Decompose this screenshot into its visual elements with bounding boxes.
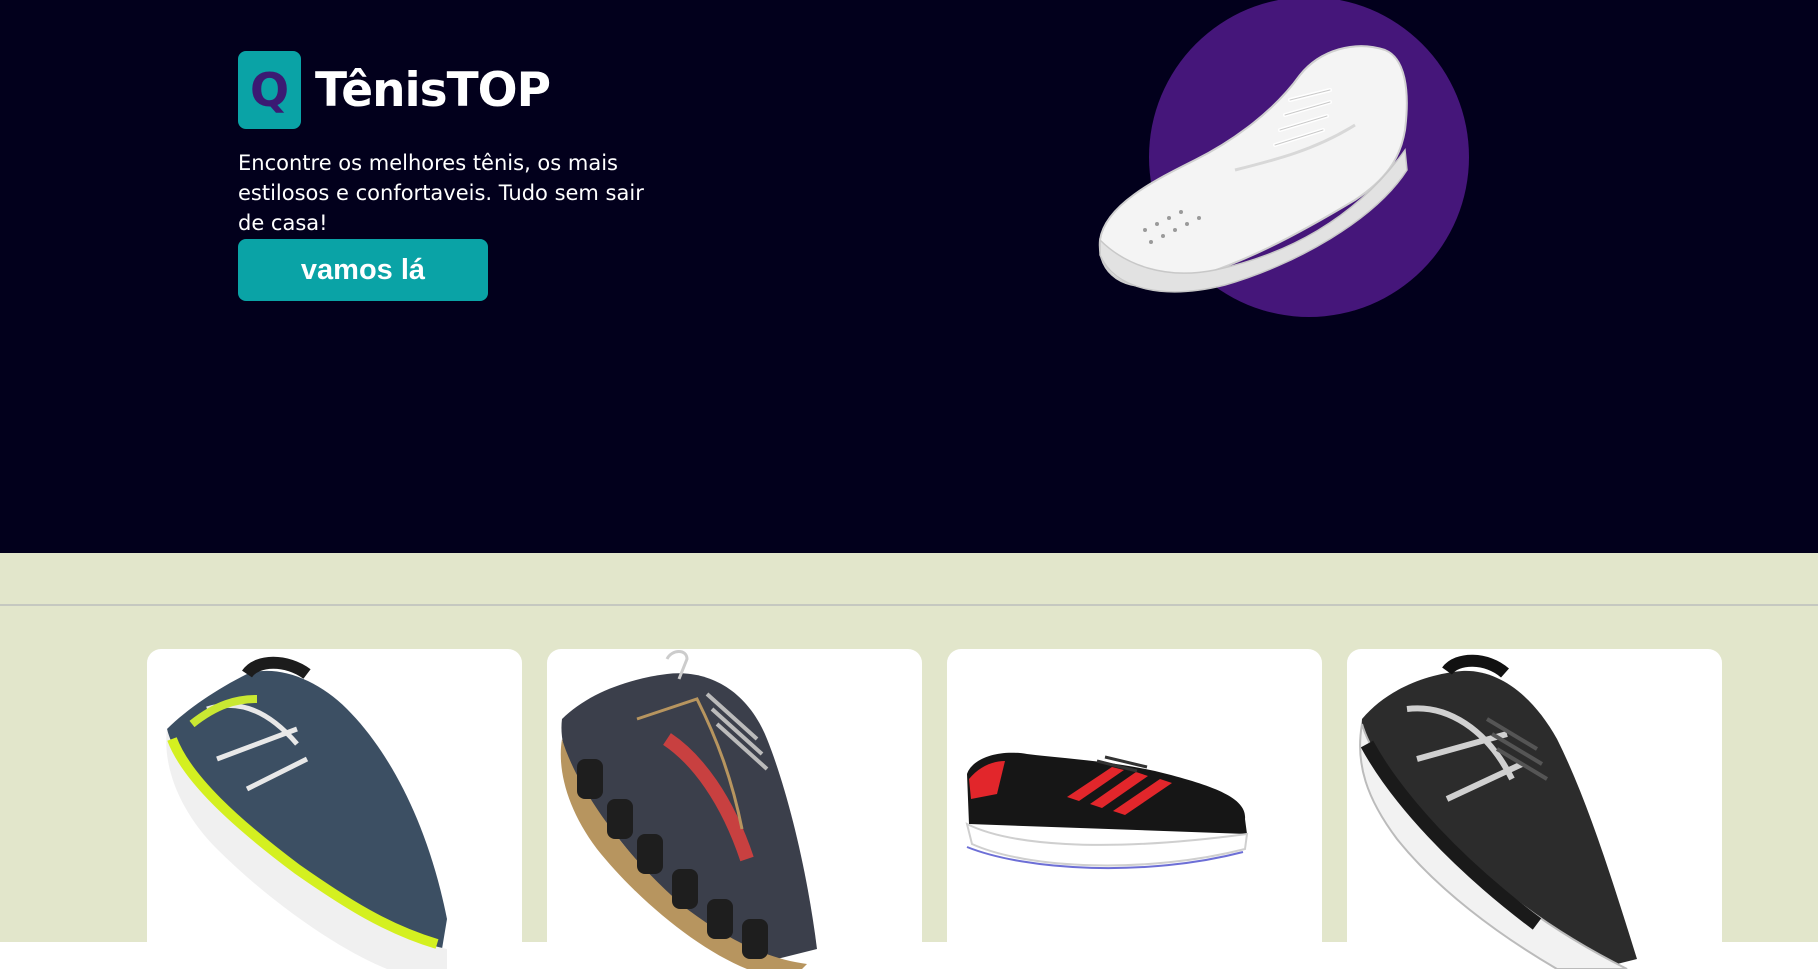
cta-button[interactable]: vamos lá [238, 239, 488, 301]
running-shoe-grey-red-image [560, 650, 817, 969]
products-section [0, 553, 1818, 969]
sneaker-black-red-stripes-image [965, 752, 1249, 870]
logo-mark: Q [238, 51, 301, 129]
white-sneaker-image [1098, 45, 1408, 293]
logo[interactable]: Q TênisTOP [238, 51, 551, 129]
product-card[interactable] [547, 649, 922, 969]
product-card[interactable] [947, 649, 1322, 969]
logo-letter: Q [249, 63, 290, 117]
brand-name: TênisTOP [315, 62, 551, 118]
product-card[interactable] [147, 649, 522, 969]
running-shoe-black-silver-image [1359, 654, 1637, 969]
section-divider [0, 604, 1818, 606]
hero-section: Q TênisTOP Encontre os melhores tênis, o… [0, 0, 1818, 553]
product-card[interactable] [1347, 649, 1722, 969]
hero-tagline: Encontre os melhores tênis, os mais esti… [238, 151, 644, 235]
running-shoe-navy-yellow-image [166, 656, 447, 969]
